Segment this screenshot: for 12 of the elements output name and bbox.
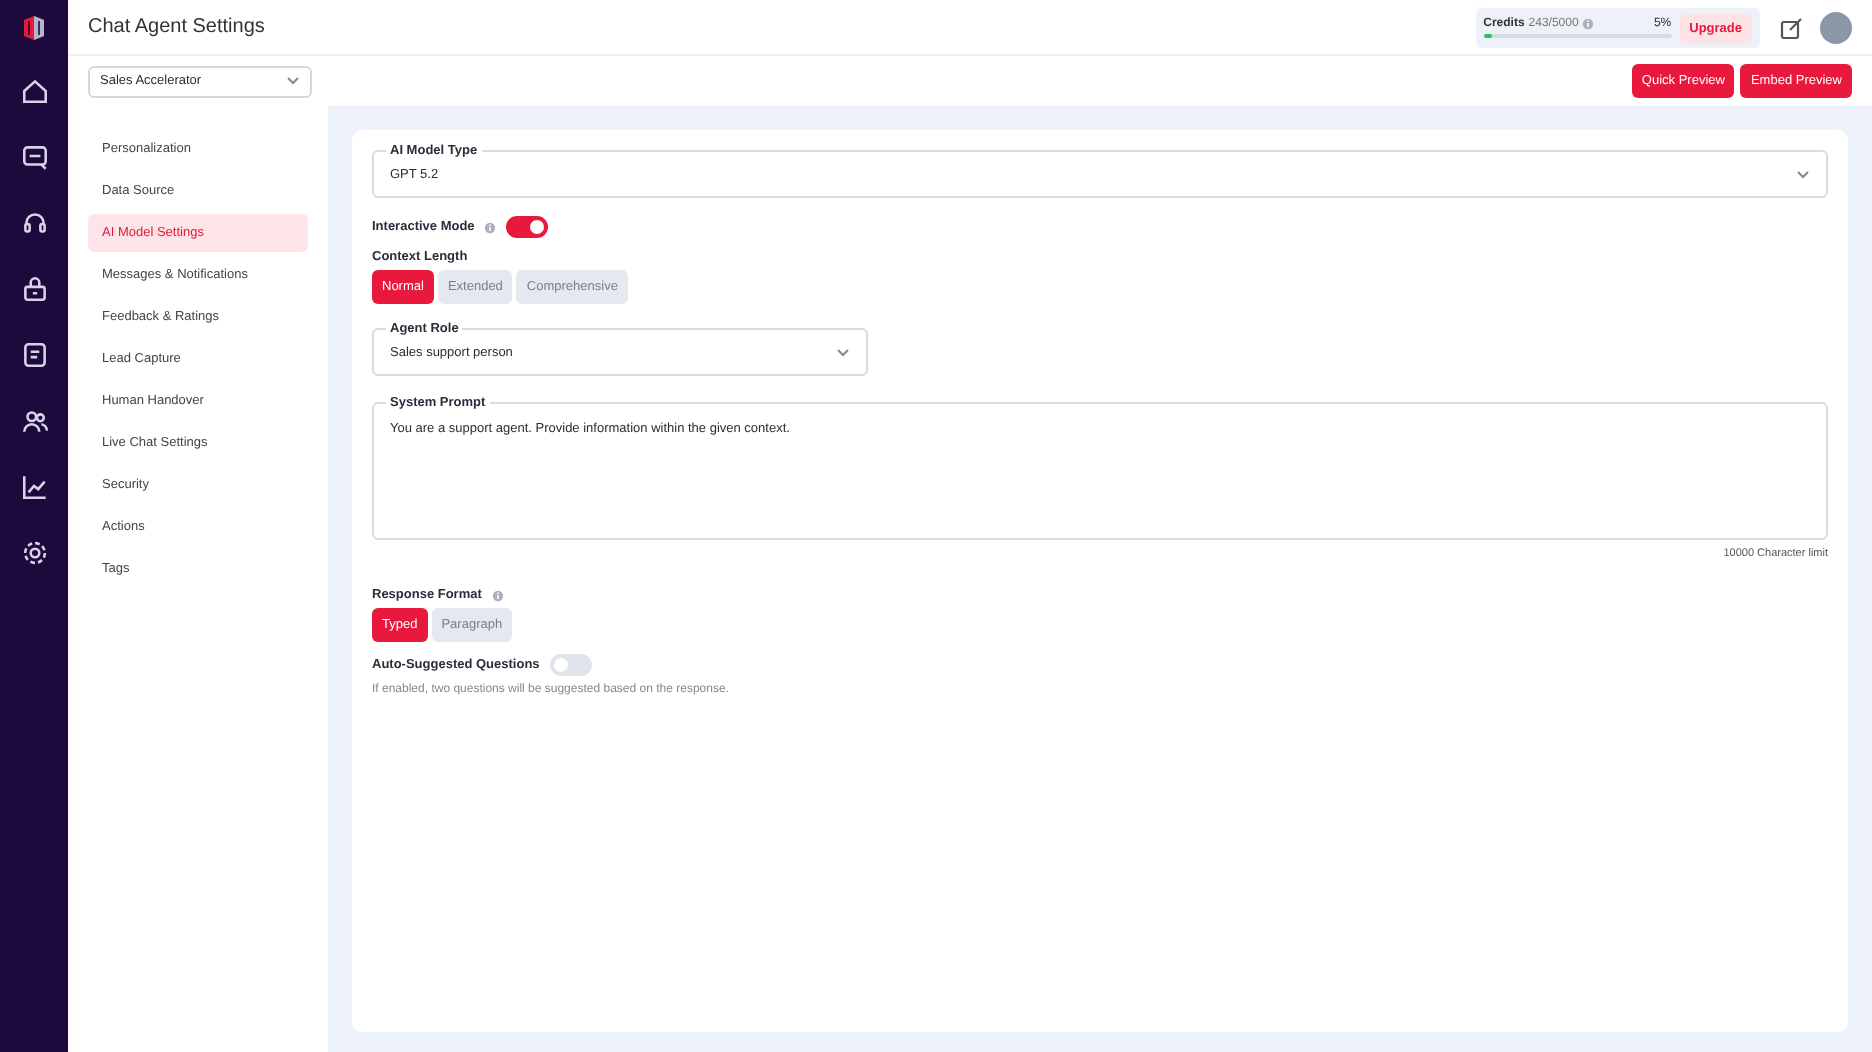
edit-icon[interactable] — [1780, 15, 1804, 39]
toggle-switch[interactable] — [506, 216, 549, 238]
toggle-switch[interactable] — [549, 654, 592, 676]
info-icon — [484, 221, 497, 233]
user-avatar[interactable] — [1820, 11, 1852, 43]
info-icon — [491, 589, 504, 601]
chevron-down-icon — [1796, 169, 1810, 179]
info-icon — [1582, 18, 1595, 30]
logo-icon — [18, 12, 50, 44]
page-title: Chat Agent Settings — [88, 16, 267, 38]
chevron-down-icon — [286, 76, 300, 86]
chevron-down-icon — [836, 347, 850, 357]
